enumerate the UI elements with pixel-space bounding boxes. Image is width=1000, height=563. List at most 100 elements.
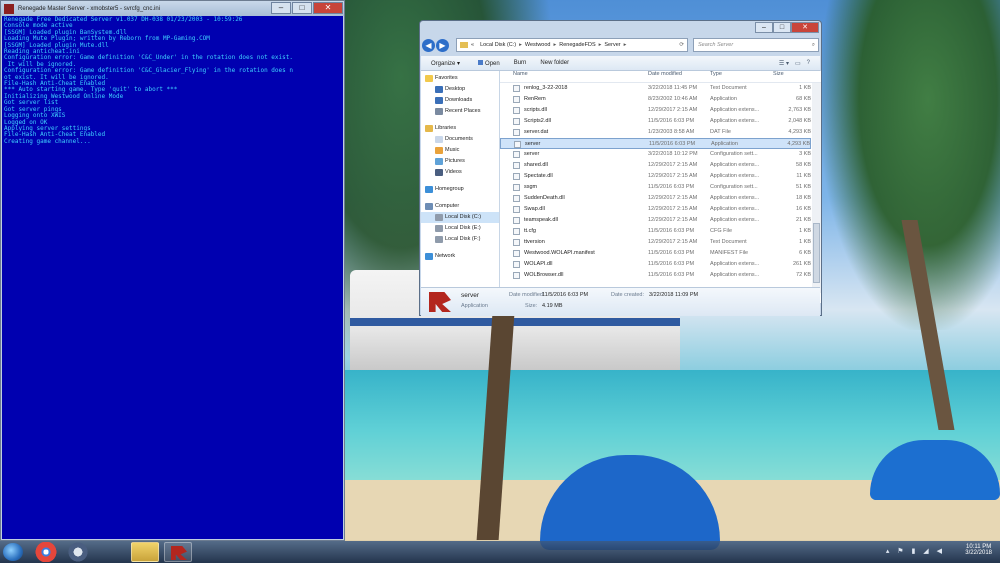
file-date: 11/5/2016 6:03 PM bbox=[648, 261, 695, 267]
nav-item[interactable]: Local Disk (F:) bbox=[421, 234, 499, 245]
forward-button[interactable]: ▶ bbox=[436, 38, 449, 52]
file-type: CFG File bbox=[710, 228, 732, 234]
file-row[interactable]: server.dat 1/23/2003 8:58 AM DAT File 4,293… bbox=[500, 127, 811, 138]
file-row[interactable]: ttversion 12/29/2017 2:15 AM Text Document… bbox=[500, 237, 811, 248]
file-row[interactable]: server 11/5/2016 6:03 PM Application 4,293 … bbox=[500, 138, 811, 149]
server-console-window[interactable]: Renegade Master Server - xmobster5 - svr… bbox=[0, 0, 345, 541]
maximize-button[interactable]: □ bbox=[292, 2, 312, 14]
vertical-scrollbar[interactable] bbox=[812, 83, 821, 293]
start-button[interactable] bbox=[3, 543, 23, 561]
file-size: 3 KB bbox=[799, 151, 811, 157]
palm-foliage-right bbox=[820, 0, 1000, 330]
nav-item-label: Downloads bbox=[445, 97, 473, 103]
file-date: 12/29/2017 2:15 AM bbox=[648, 195, 698, 201]
nav-item[interactable]: Pictures bbox=[421, 156, 499, 167]
back-button[interactable]: ◀ bbox=[422, 38, 435, 52]
system-tray-icons[interactable]: ▴ ⚑ ▮ ◢ ◀ bbox=[886, 547, 945, 555]
file-row[interactable]: RenRem 8/23/2002 10:46 AM Application 68 KB bbox=[500, 94, 811, 105]
nav-item[interactable]: Libraries bbox=[421, 123, 499, 134]
column-size[interactable]: Size bbox=[773, 71, 784, 77]
file-name: Westwood.WOLAPI.manifest bbox=[524, 250, 595, 256]
file-date: 12/29/2017 2:15 AM bbox=[648, 162, 698, 168]
minimize-button[interactable]: – bbox=[271, 2, 291, 14]
maximize-button[interactable]: □ bbox=[773, 22, 791, 33]
nav-item[interactable]: Downloads bbox=[421, 95, 499, 106]
breadcrumb-overflow[interactable]: « bbox=[471, 42, 474, 48]
nav-item[interactable]: Videos bbox=[421, 167, 499, 178]
media-player-taskbar-icon[interactable] bbox=[64, 542, 92, 562]
file-icon bbox=[513, 184, 520, 191]
nav-item[interactable]: Homegroup bbox=[421, 184, 499, 195]
search-input[interactable]: Search Server ⌕ bbox=[693, 38, 819, 52]
file-row[interactable]: ssgm 11/5/2016 6:03 PM Configuration sett.… bbox=[500, 182, 811, 193]
file-size: 11 KB bbox=[796, 173, 811, 179]
clock[interactable]: 10:11 PM 3/22/2018 bbox=[965, 542, 992, 562]
file-name: server.dat bbox=[524, 129, 549, 135]
chrome-taskbar-icon[interactable] bbox=[32, 542, 60, 562]
file-type: Application extens... bbox=[710, 272, 760, 278]
file-row[interactable]: SuddenDeath.dll 12/29/2017 2:15 AM Applica… bbox=[500, 193, 811, 204]
file-icon bbox=[513, 261, 520, 268]
file-row[interactable]: teamspeak.dll 12/29/2017 2:15 AM Applicati… bbox=[500, 215, 811, 226]
file-list[interactable]: Name Date modified Type Size renlog_3-22… bbox=[500, 71, 821, 303]
nav-item-label: Network bbox=[435, 253, 456, 259]
nav-item-label: Videos bbox=[445, 169, 462, 175]
breadcrumb-item[interactable]: Server bbox=[604, 42, 620, 48]
column-name[interactable]: Name bbox=[513, 71, 528, 77]
file-row[interactable]: scripts.dll 12/29/2017 2:15 AM Application… bbox=[500, 105, 811, 116]
nav-item[interactable]: Network bbox=[421, 251, 499, 262]
breadcrumb-item[interactable]: Local Disk (C:) bbox=[480, 42, 516, 48]
file-size: 58 KB bbox=[796, 162, 811, 168]
close-button[interactable]: ✕ bbox=[791, 22, 819, 33]
breadcrumb-item[interactable]: RenegadeFDS bbox=[559, 42, 595, 48]
explorer-window[interactable]: – □ ✕ ◀ ▶ « Local Disk (C:) ▸ Westwood ▸… bbox=[419, 20, 822, 316]
file-row[interactable]: shared.dll 12/29/2017 2:15 AM Application … bbox=[500, 160, 811, 171]
file-row[interactable]: renlog_3-22-2018 3/22/2018 11:45 PM Text D… bbox=[500, 83, 811, 94]
folder-icon bbox=[460, 42, 468, 48]
view-options-icon[interactable]: ☰ ▾ bbox=[779, 60, 789, 67]
file-row[interactable]: WOLBrowser.dll 11/5/2016 6:03 PM Applicati… bbox=[500, 270, 811, 281]
address-bar[interactable]: « Local Disk (C:) ▸ Westwood ▸ RenegadeF… bbox=[456, 38, 688, 52]
file-icon bbox=[513, 118, 520, 125]
file-type: Application extens... bbox=[710, 261, 760, 267]
file-row[interactable]: WOLAPI.dll 11/5/2016 6:03 PM Application e… bbox=[500, 259, 811, 270]
file-row[interactable]: tt.cfg 11/5/2016 6:03 PM CFG File 1 KB bbox=[500, 226, 811, 237]
renegade-taskbar-icon[interactable] bbox=[164, 542, 192, 562]
file-row[interactable]: Swap.dll 12/29/2017 2:15 AM Application ex… bbox=[500, 204, 811, 215]
column-date-modified[interactable]: Date modified bbox=[648, 71, 682, 77]
preview-pane-icon[interactable]: ▭ bbox=[795, 60, 801, 67]
close-button[interactable]: ✕ bbox=[313, 2, 343, 14]
nav-item-icon bbox=[425, 253, 433, 260]
refresh-icon[interactable]: ⟳ bbox=[679, 42, 684, 48]
nav-item[interactable]: Local Disk (C:) bbox=[421, 212, 499, 223]
breadcrumb-item[interactable]: Westwood bbox=[525, 42, 551, 48]
nav-item[interactable]: Music bbox=[421, 145, 499, 156]
file-date: 8/23/2002 10:46 AM bbox=[648, 96, 698, 102]
navigation-pane[interactable]: Favorites Desktop Downloads Recent Places Li… bbox=[421, 71, 500, 303]
nav-item-icon bbox=[425, 75, 433, 82]
burn-button[interactable]: Burn bbox=[514, 60, 527, 66]
open-button[interactable]: Open bbox=[478, 59, 500, 67]
nav-item[interactable]: Desktop bbox=[421, 84, 499, 95]
nav-item[interactable]: Recent Places bbox=[421, 106, 499, 117]
nav-item[interactable]: Favorites bbox=[421, 73, 499, 84]
nav-item[interactable]: Local Disk (E:) bbox=[421, 223, 499, 234]
explorer-taskbar-icon[interactable] bbox=[131, 542, 159, 562]
nav-item[interactable]: Documents bbox=[421, 134, 499, 145]
help-icon[interactable]: ? bbox=[807, 60, 810, 67]
nav-item-icon bbox=[435, 86, 443, 93]
new-folder-button[interactable]: New folder bbox=[540, 60, 569, 66]
file-type: Application extens... bbox=[710, 107, 760, 113]
nav-item[interactable]: Computer bbox=[421, 201, 499, 212]
file-row[interactable]: Spectate.dll 12/29/2017 2:15 AM Applicatio… bbox=[500, 171, 811, 182]
clock-date: 3/22/2018 bbox=[965, 550, 992, 556]
file-size: 2,048 KB bbox=[788, 118, 811, 124]
file-row[interactable]: Scripts2.dll 11/5/2016 6:03 PM Application… bbox=[500, 116, 811, 127]
column-type[interactable]: Type bbox=[710, 71, 722, 77]
nav-item-icon bbox=[425, 125, 433, 132]
file-row[interactable]: server 3/22/2018 10:12 PM Configuration se… bbox=[500, 149, 811, 160]
minimize-button[interactable]: – bbox=[755, 22, 773, 33]
organize-button[interactable]: Organize ▾ bbox=[431, 60, 460, 67]
file-name: RenRem bbox=[524, 96, 546, 102]
file-row[interactable]: Westwood.WOLAPI.manifest 11/5/2016 6:03 P… bbox=[500, 248, 811, 259]
